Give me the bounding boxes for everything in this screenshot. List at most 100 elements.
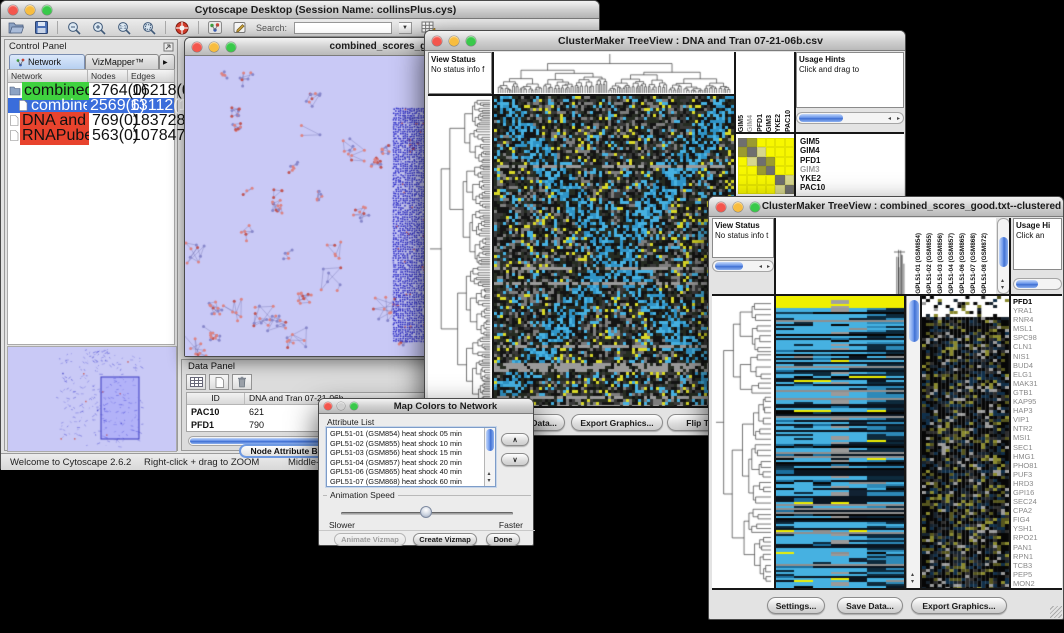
scroll-down-arrow[interactable]: ▾ <box>911 579 914 585</box>
gene-label[interactable]: NIS1 <box>1013 352 1060 361</box>
select-attributes-icon[interactable] <box>186 374 206 390</box>
zoom-button[interactable] <box>42 5 52 15</box>
col-header-id[interactable]: ID <box>187 393 245 404</box>
zoom-button[interactable] <box>350 402 358 410</box>
vscrollbar-thumb[interactable] <box>999 237 1008 267</box>
close-button[interactable] <box>8 5 18 15</box>
col-header-network[interactable]: Network <box>8 70 88 82</box>
move-down-button[interactable]: ∨ <box>501 453 529 466</box>
gene-label[interactable]: HRD3 <box>1013 479 1060 488</box>
animate-vizmap-button[interactable]: Animate Vizmap <box>334 533 406 546</box>
col-header-nodes[interactable]: Nodes <box>88 70 128 82</box>
network-mapper-icon[interactable] <box>206 20 224 35</box>
open-file-button[interactable] <box>7 20 25 35</box>
create-vizmap-button[interactable]: Create Vizmap <box>413 533 477 546</box>
new-attribute-icon[interactable] <box>209 374 229 390</box>
gene-label[interactable]: PFD1 <box>1013 297 1060 306</box>
usage-hints-hscrollbar[interactable] <box>1013 278 1062 290</box>
gene-label[interactable]: MON2 <box>1013 579 1060 588</box>
gene-label[interactable]: NTR2 <box>1013 424 1060 433</box>
scroll-left-arrow[interactable]: ◂ <box>759 264 762 270</box>
gene-label[interactable]: FIG4 <box>1013 515 1060 524</box>
scroll-down-arrow[interactable]: ▾ <box>488 478 491 484</box>
row-dendrogram-canvas[interactable] <box>712 296 774 588</box>
scroll-up-arrow[interactable]: ▴ <box>488 471 491 477</box>
column-label[interactable]: GPL51-01 (GSM854) <box>915 233 926 294</box>
gene-label[interactable]: GTB1 <box>1013 388 1060 397</box>
gene-label[interactable]: MSI1 <box>1013 433 1060 442</box>
gene-label[interactable]: GPI16 <box>1013 488 1060 497</box>
minimize-button[interactable] <box>449 36 459 46</box>
column-label[interactable]: PAC10 <box>785 110 794 132</box>
usage-hints-hscrollbar[interactable]: ◂ ▸ <box>796 112 904 124</box>
close-button[interactable] <box>192 42 202 52</box>
gene-label[interactable]: RNR4 <box>1013 315 1060 324</box>
row-label[interactable]: GIM5 <box>800 137 860 146</box>
annotation-icon[interactable] <box>231 20 249 35</box>
treeview2-titlebar[interactable]: ClusterMaker TreeView : combined_scores_… <box>709 197 1063 217</box>
zoom-button[interactable] <box>466 36 476 46</box>
gene-label[interactable]: HMG1 <box>1013 452 1060 461</box>
zoom-in-icon[interactable] <box>90 20 108 35</box>
secondary-heatmap-canvas[interactable] <box>922 296 1009 588</box>
export-graphics-button[interactable]: Export Graphics... <box>571 414 663 431</box>
gene-label[interactable]: PEP5 <box>1013 570 1060 579</box>
zoom-button[interactable] <box>226 42 236 52</box>
attribute-list-item[interactable]: GPL51-06 (GSM865) heat shock 40 min <box>330 467 492 477</box>
scroll-up-arrow[interactable]: ▴ <box>911 572 914 578</box>
column-label[interactable]: YKE2 <box>775 114 784 132</box>
gene-label[interactable]: PUF3 <box>1013 470 1060 479</box>
zoom-out-icon[interactable] <box>65 20 83 35</box>
column-label[interactable]: GPL51-07 (GSM868) <box>970 233 981 294</box>
attribute-list[interactable]: GPL51-01 (GSM854) heat shock 05 min GPL51… <box>326 427 496 487</box>
gene-label[interactable]: PHO81 <box>1013 461 1060 470</box>
dialog-titlebar[interactable]: Map Colors to Network <box>319 399 533 414</box>
network-overview-canvas[interactable] <box>7 346 177 452</box>
save-data-button[interactable]: Save Data... <box>837 597 903 614</box>
column-dendrogram-canvas[interactable] <box>494 52 734 94</box>
gene-label[interactable]: PAN1 <box>1013 543 1060 552</box>
column-label[interactable]: GPL51-08 (GSM872) <box>981 233 992 294</box>
column-label[interactable]: GIM3 <box>766 115 775 132</box>
help-lifesaver-icon[interactable] <box>173 20 191 35</box>
column-label[interactable]: GPL51-06 (GSM865) <box>959 233 970 294</box>
vscrollbar-thumb[interactable] <box>909 300 919 342</box>
float-panel-icon[interactable] <box>163 42 174 52</box>
expression-heatmap-canvas[interactable] <box>776 296 904 588</box>
gene-label[interactable]: CLN1 <box>1013 342 1060 351</box>
col-header-edges[interactable]: Edges <box>128 70 172 82</box>
column-label[interactable]: PFD1 <box>757 114 766 132</box>
attribute-list-item[interactable]: GPL51-03 (GSM856) heat shock 15 min <box>330 448 492 458</box>
attribute-list-item[interactable]: GPL51-07 (GSM868) heat shock 60 min <box>330 477 492 487</box>
delete-attribute-trash-icon[interactable] <box>232 374 252 390</box>
row-label[interactable]: YKE2 <box>800 174 860 183</box>
column-label[interactable]: GPL51-02 (GSM855) <box>926 233 937 294</box>
search-input[interactable] <box>294 22 392 34</box>
scroll-up-arrow[interactable]: ▴ <box>1001 278 1004 284</box>
close-button[interactable] <box>324 402 332 410</box>
gene-label[interactable]: VIP1 <box>1013 415 1060 424</box>
gene-label[interactable]: TCB3 <box>1013 561 1060 570</box>
tab-overflow-button[interactable]: ▶ <box>159 54 175 69</box>
row-label[interactable]: GIM3 <box>800 165 860 174</box>
gene-label[interactable]: BUD4 <box>1013 361 1060 370</box>
attribute-list-item[interactable]: GPL51-01 (GSM854) heat shock 05 min <box>330 429 492 439</box>
search-dropdown-caret[interactable]: ▼ <box>399 22 412 34</box>
scroll-down-arrow[interactable]: ▾ <box>1001 285 1004 291</box>
hscrollbar-thumb[interactable] <box>1016 280 1038 288</box>
attribute-list-vscrollbar[interactable]: ▴ ▾ <box>484 428 495 486</box>
gene-label[interactable]: RPN1 <box>1013 552 1060 561</box>
minimize-button[interactable] <box>209 42 219 52</box>
close-button[interactable] <box>432 36 442 46</box>
minimize-button[interactable] <box>25 5 35 15</box>
move-up-button[interactable]: ∧ <box>501 433 529 446</box>
gene-label[interactable]: SEC24 <box>1013 497 1060 506</box>
zoom-button[interactable] <box>750 202 760 212</box>
row-dendrogram-canvas[interactable] <box>428 96 492 406</box>
save-button[interactable] <box>32 20 50 35</box>
scroll-left-arrow[interactable]: ◂ <box>888 116 891 122</box>
column-label[interactable]: GIM4 <box>747 115 756 132</box>
scroll-right-arrow[interactable]: ▸ <box>767 264 770 270</box>
column-label[interactable]: GPL51-03 (GSM856) <box>937 233 948 294</box>
tab-network[interactable]: Network <box>9 54 85 69</box>
